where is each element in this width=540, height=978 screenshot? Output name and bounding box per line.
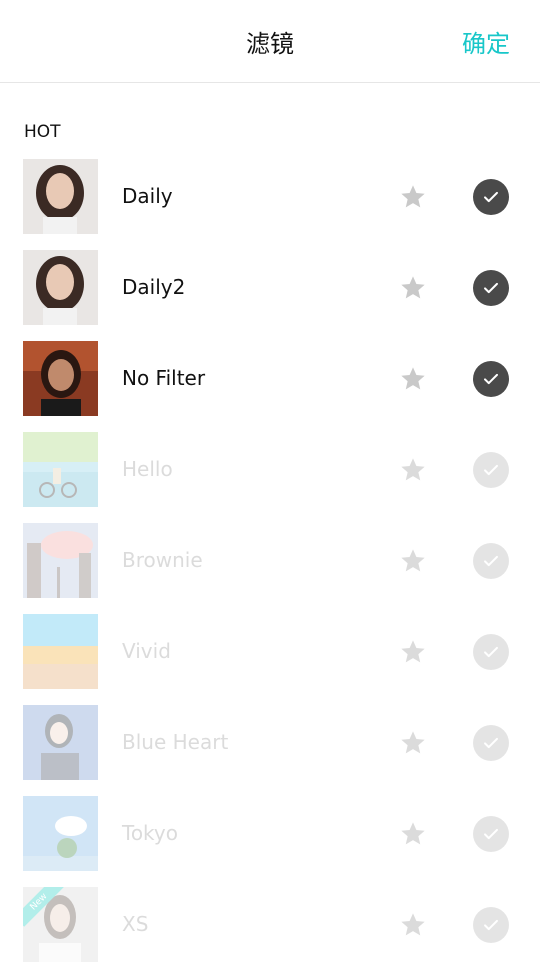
star-icon[interactable]	[399, 183, 427, 211]
filter-row-vivid[interactable]: Vivid	[0, 614, 540, 705]
filter-name: XS	[122, 912, 149, 936]
star-icon[interactable]	[399, 274, 427, 302]
filter-name: Daily	[122, 184, 173, 208]
check-icon[interactable]	[473, 543, 509, 579]
filter-row-blue-heart[interactable]: Blue Heart	[0, 705, 540, 796]
filter-thumbnail	[23, 432, 98, 507]
filter-name: Vivid	[122, 639, 171, 663]
star-icon[interactable]	[399, 638, 427, 666]
check-icon[interactable]	[473, 452, 509, 488]
filter-thumbnail	[23, 614, 98, 689]
filter-name: Daily2	[122, 275, 186, 299]
check-icon[interactable]	[473, 634, 509, 670]
filter-thumbnail	[23, 250, 98, 325]
filter-thumbnail	[23, 341, 98, 416]
filter-list: Daily Daily2 No Filter Hello Brownie Viv…	[0, 159, 540, 978]
filter-name: Tokyo	[122, 821, 178, 845]
star-icon[interactable]	[399, 911, 427, 939]
filter-row-tokyo[interactable]: Tokyo	[0, 796, 540, 887]
filter-thumbnail	[23, 159, 98, 234]
filter-row-brownie[interactable]: Brownie	[0, 523, 540, 614]
check-icon[interactable]	[473, 179, 509, 215]
star-icon[interactable]	[399, 820, 427, 848]
filter-thumbnail	[23, 523, 98, 598]
filter-thumbnail: New	[23, 887, 98, 962]
section-label-hot: HOT	[24, 122, 61, 142]
filter-row-daily[interactable]: Daily	[0, 159, 540, 250]
filter-name: Brownie	[122, 548, 203, 572]
star-icon[interactable]	[399, 729, 427, 757]
star-icon[interactable]	[399, 456, 427, 484]
confirm-button[interactable]: 确定	[462, 24, 510, 59]
filter-name: Hello	[122, 457, 173, 481]
filter-row-hello[interactable]: Hello	[0, 432, 540, 523]
star-icon[interactable]	[399, 365, 427, 393]
filter-thumbnail	[23, 796, 98, 871]
filter-row-xs[interactable]: New XS	[0, 887, 540, 978]
check-icon[interactable]	[473, 361, 509, 397]
filter-thumbnail	[23, 705, 98, 780]
check-icon[interactable]	[473, 907, 509, 943]
filter-name: Blue Heart	[122, 730, 229, 754]
page-title: 滤镜	[246, 30, 294, 58]
check-icon[interactable]	[473, 270, 509, 306]
top-bar: 滤镜 确定	[0, 0, 540, 83]
check-icon[interactable]	[473, 725, 509, 761]
filter-name: No Filter	[122, 366, 206, 390]
check-icon[interactable]	[473, 816, 509, 852]
filter-row-daily2[interactable]: Daily2	[0, 250, 540, 341]
filter-row-no-filter[interactable]: No Filter	[0, 341, 540, 432]
star-icon[interactable]	[399, 547, 427, 575]
